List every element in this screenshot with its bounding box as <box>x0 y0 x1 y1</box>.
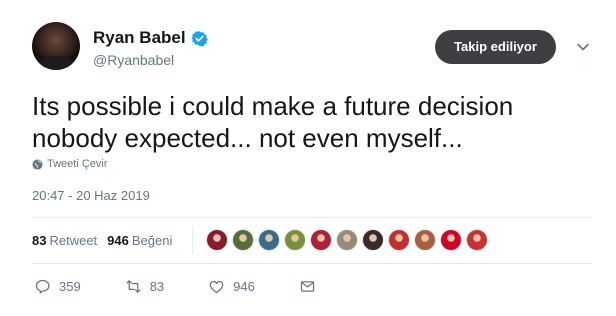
globe-icon <box>32 158 43 170</box>
liker-avatar[interactable] <box>466 229 488 251</box>
tweet-stats: 83 Retweet 946 Beğeni <box>32 233 182 248</box>
like-button[interactable]: 946 <box>208 278 255 295</box>
like-stat[interactable]: 946 Beğeni <box>107 233 172 248</box>
reply-count: 359 <box>59 279 81 294</box>
like-stat-count: 946 <box>107 233 129 248</box>
chevron-down-icon[interactable] <box>576 40 590 54</box>
heart-icon <box>209 280 224 294</box>
display-name[interactable]: Ryan Babel <box>93 28 186 48</box>
retweet-button[interactable]: 83 <box>125 278 164 295</box>
retweet-icon <box>126 280 141 293</box>
liker-avatar[interactable] <box>310 229 332 251</box>
divider <box>32 217 592 218</box>
divider <box>32 263 592 264</box>
liker-avatars <box>206 229 492 251</box>
tweet-action-bar: 359 83 946 <box>34 278 316 295</box>
liker-avatar[interactable] <box>258 229 280 251</box>
liker-avatar[interactable] <box>232 229 254 251</box>
liker-avatar[interactable] <box>362 229 384 251</box>
liker-avatar[interactable] <box>206 229 228 251</box>
retweet-stat-count: 83 <box>32 233 47 248</box>
liker-avatar[interactable] <box>414 229 436 251</box>
direct-message-button[interactable] <box>299 278 316 295</box>
liker-avatar[interactable] <box>388 229 410 251</box>
translate-tweet-link[interactable]: Tweeti Çevir <box>32 158 108 170</box>
like-stat-label: Beğeni <box>131 233 173 248</box>
stats-separator <box>192 226 193 254</box>
liker-avatar[interactable] <box>336 229 358 251</box>
avatar-shoulders <box>38 56 74 70</box>
liker-avatar[interactable] <box>284 229 306 251</box>
translate-label: Tweeti Çevir <box>47 158 108 170</box>
retweet-stat-label: Retweet <box>49 233 98 248</box>
retweet-stat[interactable]: 83 Retweet <box>32 233 97 248</box>
liverpool-crest-icon[interactable] <box>440 229 462 251</box>
tweet-text: Its possible i could make a future decis… <box>32 91 514 153</box>
verified-badge-icon <box>190 30 208 47</box>
display-name-row: Ryan Babel <box>93 28 208 48</box>
reply-button[interactable]: 359 <box>34 278 81 295</box>
like-count: 946 <box>233 279 255 294</box>
tweet-timestamp[interactable]: 20:47 - 20 Haz 2019 <box>32 188 150 203</box>
avatar[interactable] <box>32 22 80 70</box>
envelope-icon <box>300 281 315 292</box>
following-button[interactable]: Takip ediliyor <box>435 30 556 64</box>
retweet-count: 83 <box>149 279 165 294</box>
user-handle[interactable]: @Ryanbabel <box>93 52 174 68</box>
reply-icon <box>35 279 50 294</box>
